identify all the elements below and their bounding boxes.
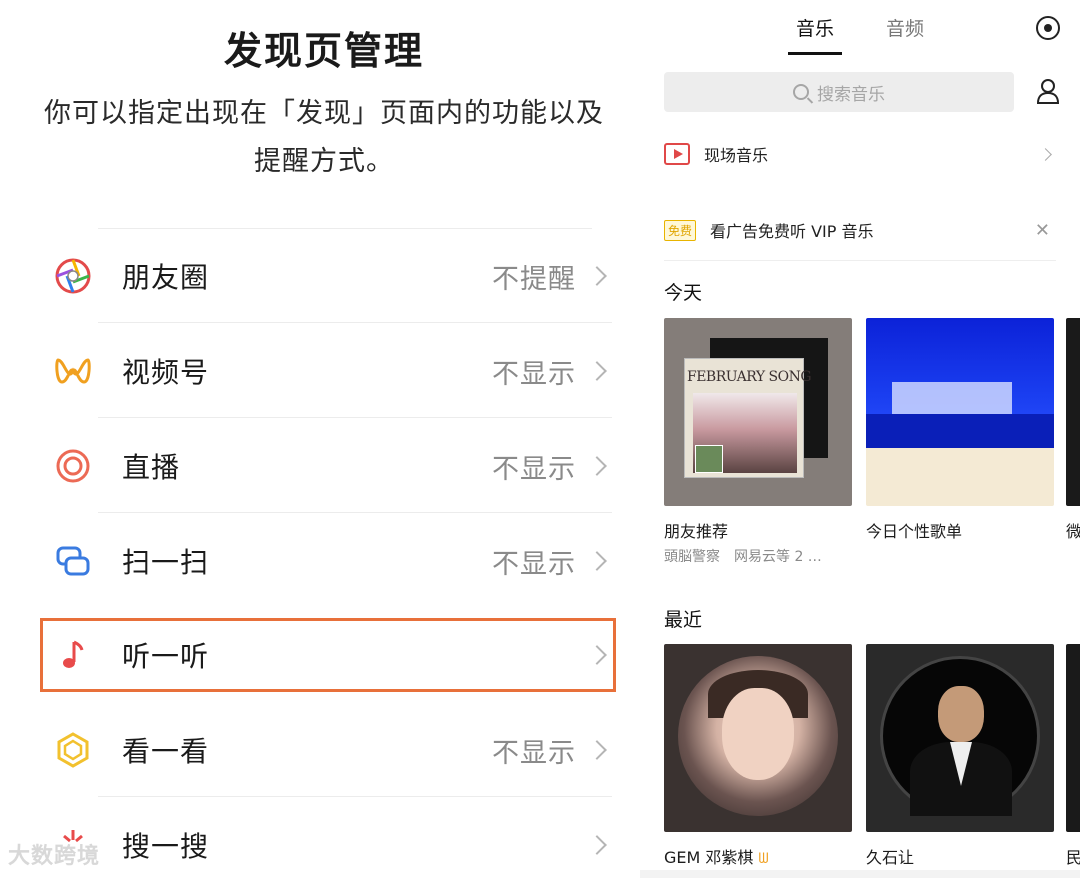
artist-head (938, 686, 984, 742)
row-label: 视频号 (122, 356, 210, 389)
card-title: GEM 邓紫棋 ᗯ (664, 844, 852, 868)
row-status: 不提醒 (492, 263, 576, 295)
album-cover: FEBRUARY SONG (664, 318, 852, 506)
setting-row-top-stories[interactable]: 看一看 不显示 (40, 713, 616, 787)
setting-row-search[interactable]: 搜一搜 (40, 808, 616, 878)
row-status: 不显示 (492, 737, 576, 769)
card-title: 民 (1066, 848, 1080, 867)
artist-cover (664, 644, 852, 832)
divider (664, 260, 1056, 261)
free-badge: 免费 (664, 219, 697, 241)
card-artist-gem[interactable]: GEM 邓紫棋 ᗯ (664, 644, 852, 868)
divider (98, 322, 612, 323)
card-artist-joe-hisaishi[interactable]: 久石让 (866, 644, 1054, 868)
chevron-right-icon (587, 456, 607, 476)
row-label: 搜一搜 (122, 830, 210, 863)
artist-name: GEM 邓紫棋 (664, 848, 754, 867)
divider (98, 417, 612, 418)
profile-icon[interactable] (1036, 78, 1060, 104)
chevron-right-icon (587, 361, 607, 381)
chevron-right-icon (587, 551, 607, 571)
tab-audio[interactable]: 音频 (886, 14, 924, 41)
search-placeholder: 搜索音乐 (817, 84, 885, 105)
artist-cover (1066, 644, 1080, 832)
card-title: 朋友推荐 (664, 522, 729, 541)
bottom-edge (640, 870, 1080, 878)
row-status: 不显示 (492, 548, 576, 580)
top-stories-icon (54, 731, 92, 769)
card-title: 今日个性歌单 (866, 522, 963, 541)
channels-icon (54, 352, 92, 390)
playlist-cover (866, 318, 1054, 506)
card-partial[interactable]: 微 (1066, 318, 1080, 542)
section-title-today: 今天 (664, 282, 703, 304)
setting-row-channels[interactable]: 视频号 不显示 (40, 334, 616, 408)
chevron-right-icon (1039, 147, 1052, 161)
playlist-cover (1066, 318, 1080, 506)
divider (98, 228, 592, 229)
artist-face (722, 688, 794, 780)
artist-cover (866, 644, 1054, 832)
setting-row-live[interactable]: 直播 不显示 (40, 429, 616, 503)
chevron-right-icon (587, 266, 607, 286)
card-title: 微 (1066, 522, 1080, 541)
row-label: 看一看 (122, 735, 210, 768)
moments-icon (54, 257, 92, 295)
chevron-right-icon (587, 740, 607, 760)
music-note-icon (54, 636, 92, 674)
row-status: 不显示 (492, 358, 576, 390)
divider (98, 796, 612, 797)
tab-bar: 音乐 音频 (640, 14, 1080, 55)
row-label: 朋友圈 (122, 261, 210, 294)
close-icon[interactable]: ✕ (1035, 220, 1050, 241)
setting-row-scan[interactable]: 扫一扫 不显示 (40, 524, 616, 598)
ad-banner[interactable]: 免费 看广告免费听 VIP 音乐 ✕ (664, 214, 1056, 246)
search-input[interactable]: 搜索音乐 (664, 72, 1014, 112)
setting-row-moments[interactable]: 朋友圈 不提醒 (40, 239, 616, 313)
music-panel: 音乐 音频 搜索音乐 现场音乐 免费 看广告免费听 VIP 音乐 ✕ 今天 FE… (640, 0, 1080, 878)
cover-thumb (695, 445, 723, 473)
ad-text: 看广告免费听 VIP 音乐 (710, 222, 874, 241)
active-tab-indicator (788, 52, 842, 55)
tab-music[interactable]: 音乐 (796, 14, 834, 41)
row-label: 听一听 (122, 640, 210, 673)
card-subtitle: 頭脳警察 网易云等 2 … (664, 549, 822, 565)
live-music-label: 现场音乐 (704, 146, 769, 165)
page-title: 发现页管理 (223, 29, 424, 73)
card-partial[interactable]: 民 (1066, 644, 1080, 868)
card-daily-playlist[interactable]: 今日个性歌单 (866, 318, 1054, 542)
channels-icon: ᗯ (758, 851, 769, 867)
divider (98, 512, 612, 513)
video-play-icon (664, 143, 690, 165)
watermark: 大数跨境 (8, 844, 101, 869)
page-description: 你可以指定出现在「发现」页面内的功能以及提醒方式。 (44, 98, 604, 177)
now-playing-icon[interactable] (1036, 16, 1060, 40)
row-label: 直播 (122, 451, 181, 484)
live-music-entry[interactable]: 现场音乐 (664, 138, 1056, 170)
cover-road (866, 414, 1054, 448)
scan-icon (54, 542, 92, 580)
setting-row-listen[interactable]: 听一听 (40, 618, 616, 692)
chevron-right-icon (587, 645, 607, 665)
chevron-right-icon (587, 835, 607, 855)
live-icon (54, 447, 92, 485)
search-icon (793, 84, 809, 100)
card-friend-recommend[interactable]: FEBRUARY SONG 朋友推荐 頭脳警察 网易云等 2 … (664, 318, 852, 566)
album-sleeve: FEBRUARY SONG (684, 358, 812, 478)
card-title: 久石让 (866, 848, 915, 867)
row-label: 扫一扫 (122, 546, 210, 579)
cover-title: FEBRUARY SONG (687, 369, 812, 385)
cover-building (892, 382, 1012, 414)
discover-management-panel: 发现页管理 你可以指定出现在「发现」页面内的功能以及提醒方式。 朋友圈 不提醒 … (0, 0, 640, 878)
row-status: 不显示 (492, 453, 576, 485)
section-title-recent: 最近 (664, 609, 703, 631)
